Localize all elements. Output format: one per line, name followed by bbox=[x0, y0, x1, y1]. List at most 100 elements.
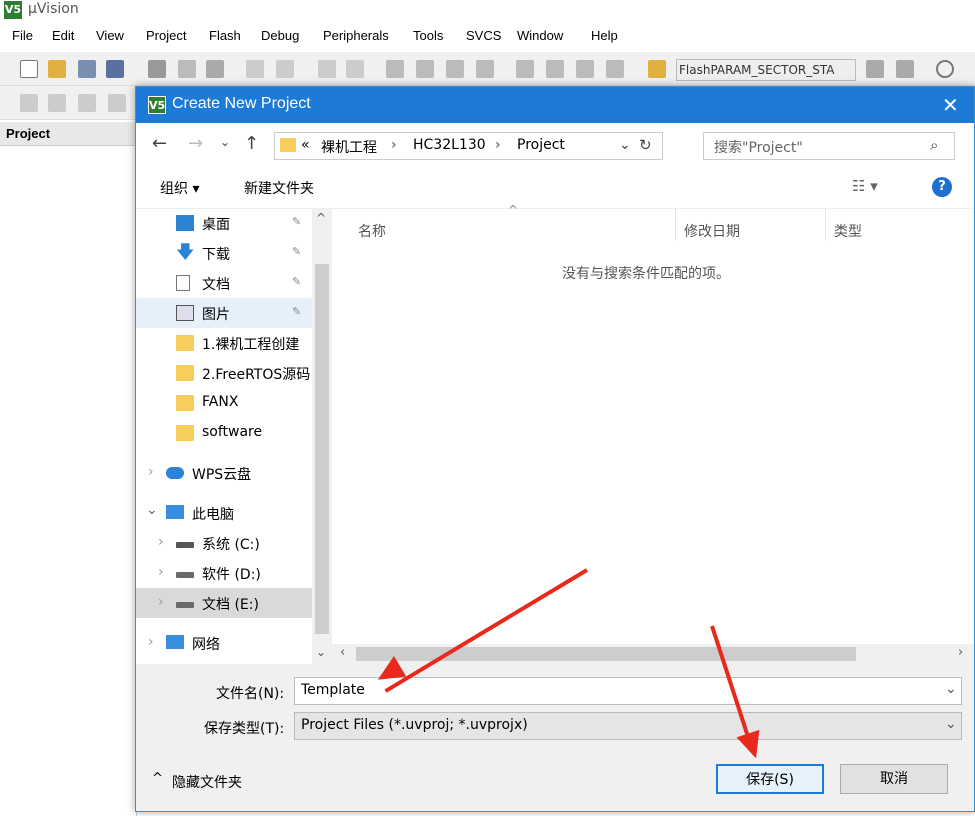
nav-item-folder[interactable]: FANX bbox=[136, 388, 312, 418]
menu-tools[interactable]: Tools bbox=[413, 28, 443, 43]
list-horizontal-scrollbar[interactable]: ‹ › bbox=[332, 644, 974, 664]
nav-item-documents[interactable]: 文档 ✎ bbox=[136, 268, 312, 298]
batch-build-icon[interactable] bbox=[108, 94, 126, 112]
filetype-select[interactable]: Project Files (*.uvproj; *.uvprojx) ⌄ bbox=[294, 712, 962, 740]
menu-flash[interactable]: Flash bbox=[209, 28, 241, 43]
load-flash-icon[interactable] bbox=[648, 60, 666, 78]
pin-icon[interactable]: ✎ bbox=[292, 305, 301, 318]
nav-back-icon[interactable] bbox=[318, 60, 336, 78]
nav-item-network[interactable]: › 网络 bbox=[136, 628, 312, 658]
refresh-icon[interactable]: ↻ bbox=[639, 136, 652, 154]
scrollbar-thumb[interactable] bbox=[356, 647, 856, 661]
nav-scrollbar[interactable]: ^ ⌄ bbox=[312, 209, 332, 664]
nav-item-drive-c[interactable]: › 系统 (C:) bbox=[136, 528, 312, 558]
menu-window[interactable]: Window bbox=[517, 28, 563, 43]
chevron-right-icon[interactable]: › bbox=[391, 137, 397, 153]
organize-button[interactable]: 组织 ▾ bbox=[160, 178, 199, 198]
rebuild-icon[interactable] bbox=[78, 94, 96, 112]
find-in-files-icon[interactable] bbox=[866, 60, 884, 78]
bookmark-next-icon[interactable] bbox=[446, 60, 464, 78]
save-all-icon[interactable] bbox=[106, 60, 124, 78]
menu-project[interactable]: Project bbox=[146, 28, 186, 43]
address-bar[interactable]: « 裸机工程 › HC32L130 › Project ⌄ ↻ bbox=[274, 132, 663, 160]
search-icon[interactable]: ⌕ bbox=[930, 136, 938, 154]
close-icon[interactable]: ✕ bbox=[942, 93, 959, 117]
bookmark-icon[interactable] bbox=[386, 60, 404, 78]
column-divider[interactable] bbox=[675, 209, 676, 241]
chevron-down-icon[interactable]: ⌄ bbox=[619, 137, 631, 153]
column-name[interactable]: 名称 bbox=[358, 221, 386, 241]
scroll-left-icon[interactable]: ‹ bbox=[340, 645, 345, 660]
new-folder-button[interactable]: 新建文件夹 bbox=[244, 178, 314, 198]
bookmark-clear-icon[interactable] bbox=[476, 60, 494, 78]
chevron-down-icon[interactable]: ⌄ bbox=[146, 502, 158, 518]
menu-peripherals[interactable]: Peripherals bbox=[323, 28, 389, 43]
chevron-right-icon[interactable]: › bbox=[148, 464, 154, 480]
nav-item-folder[interactable]: software bbox=[136, 418, 312, 448]
search-box[interactable]: 搜索"Project" ⌕ bbox=[703, 132, 955, 160]
scrollbar-thumb[interactable] bbox=[315, 264, 329, 634]
menu-edit[interactable]: Edit bbox=[52, 28, 74, 43]
undo-icon[interactable] bbox=[246, 60, 264, 78]
nav-item-drive-d[interactable]: › 软件 (D:) bbox=[136, 558, 312, 588]
nav-item-this-pc[interactable]: ⌄ 此电脑 bbox=[136, 498, 312, 528]
uncomment-icon[interactable] bbox=[606, 60, 624, 78]
breadcrumb-item[interactable]: Project bbox=[517, 137, 565, 153]
pin-icon[interactable]: ✎ bbox=[292, 275, 301, 288]
cut-icon[interactable] bbox=[148, 60, 166, 78]
nav-item-drive-e[interactable]: › 文档 (E:) bbox=[136, 588, 312, 618]
search-input[interactable]: 搜索"Project" bbox=[714, 137, 803, 157]
open-folder-icon[interactable] bbox=[48, 60, 66, 78]
view-options-icon[interactable]: ☷ ▾ bbox=[852, 177, 878, 195]
save-button[interactable]: 保存(S) bbox=[716, 764, 824, 794]
hide-folders-chevron-icon[interactable]: ^ bbox=[152, 771, 163, 786]
comment-icon[interactable] bbox=[576, 60, 594, 78]
copy-icon[interactable] bbox=[178, 60, 196, 78]
pin-icon[interactable]: ✎ bbox=[292, 245, 301, 258]
scroll-up-icon[interactable]: ^ bbox=[316, 211, 326, 225]
redo-icon[interactable] bbox=[276, 60, 294, 78]
new-file-icon[interactable] bbox=[20, 60, 38, 78]
chevron-right-icon[interactable]: › bbox=[148, 634, 154, 650]
nav-item-wps-cloud[interactable]: › WPS云盘 bbox=[136, 458, 312, 488]
help-icon[interactable]: ? bbox=[932, 177, 952, 197]
forward-arrow-icon[interactable]: → bbox=[188, 133, 203, 154]
build-icon[interactable] bbox=[48, 94, 66, 112]
chevron-right-icon[interactable]: › bbox=[158, 534, 164, 550]
config-icon[interactable] bbox=[896, 60, 914, 78]
back-arrow-icon[interactable]: ← bbox=[152, 133, 167, 154]
bookmark-prev-icon[interactable] bbox=[416, 60, 434, 78]
translate-icon[interactable] bbox=[20, 94, 38, 112]
hide-folders-button[interactable]: 隐藏文件夹 bbox=[172, 772, 242, 792]
cancel-button[interactable]: 取消 bbox=[840, 764, 948, 794]
nav-forward-icon[interactable] bbox=[346, 60, 364, 78]
pin-icon[interactable]: ✎ bbox=[292, 215, 301, 228]
column-divider[interactable] bbox=[825, 209, 826, 241]
address-overflow[interactable]: « bbox=[301, 137, 310, 153]
column-date[interactable]: 修改日期 bbox=[684, 221, 740, 241]
recent-dropdown-icon[interactable]: ⌄ bbox=[220, 135, 230, 149]
filename-input[interactable]: Template bbox=[301, 682, 365, 698]
up-arrow-icon[interactable]: ↑ bbox=[244, 133, 259, 154]
nav-item-desktop[interactable]: 桌面 ✎ bbox=[136, 208, 312, 238]
chevron-right-icon[interactable]: › bbox=[158, 564, 164, 580]
menu-help[interactable]: Help bbox=[591, 28, 618, 43]
target-combo[interactable]: FlashPARAM_SECTOR_STA bbox=[676, 59, 856, 81]
zoom-icon[interactable] bbox=[936, 60, 954, 78]
breadcrumb-item[interactable]: 裸机工程 bbox=[321, 137, 377, 157]
chevron-down-icon[interactable]: ⌄ bbox=[945, 681, 957, 697]
scroll-right-icon[interactable]: › bbox=[958, 645, 963, 660]
menu-debug[interactable]: Debug bbox=[261, 28, 299, 43]
nav-item-folder[interactable]: 1.裸机工程创建 bbox=[136, 328, 312, 358]
column-type[interactable]: 类型 bbox=[834, 221, 862, 241]
paste-icon[interactable] bbox=[206, 60, 224, 78]
indent-icon[interactable] bbox=[516, 60, 534, 78]
scroll-down-icon[interactable]: ⌄ bbox=[316, 645, 326, 659]
nav-item-downloads[interactable]: 🡇 下载 ✎ bbox=[136, 238, 312, 268]
nav-item-folder[interactable]: 2.FreeRTOS源码 bbox=[136, 358, 312, 388]
unindent-icon[interactable] bbox=[546, 60, 564, 78]
chevron-right-icon[interactable]: › bbox=[158, 594, 164, 610]
breadcrumb-item[interactable]: HC32L130 bbox=[413, 137, 486, 153]
menu-view[interactable]: View bbox=[96, 28, 124, 43]
chevron-down-icon[interactable]: ⌄ bbox=[945, 716, 957, 732]
